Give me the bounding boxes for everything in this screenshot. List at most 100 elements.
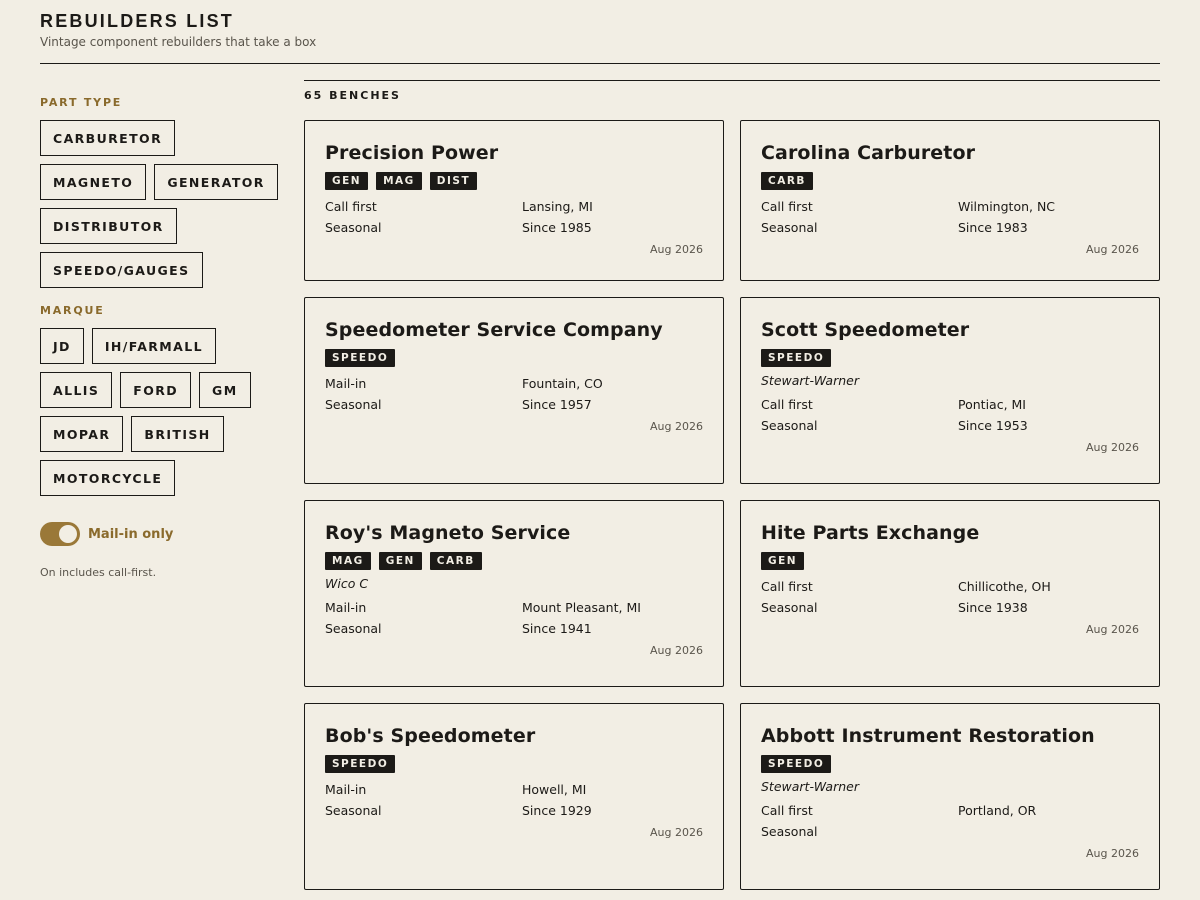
location: Lansing, MI	[522, 199, 593, 214]
part-tag: SPEEDO	[761, 349, 832, 367]
marque-chips: JD IH/FARMALL ALLIS FORD GM MOPAR BRITISH MOTOR…	[40, 328, 280, 496]
filter-chip-mopar[interactable]: MOPAR	[40, 416, 124, 452]
filter-chip-gm[interactable]: GM	[199, 372, 251, 408]
location: Howell, MI	[522, 782, 587, 797]
established-year: Since 1929	[522, 803, 592, 818]
part-tag: CARB	[429, 552, 482, 570]
part-tags: SPEEDO	[325, 349, 703, 367]
location: Pontiac, MI	[958, 397, 1026, 412]
updated-date: Aug 2026	[650, 243, 703, 256]
rebuilder-card[interactable]: Precision Power GEN MAG DIST Call first Lansi…	[304, 120, 724, 281]
rebuilder-card[interactable]: Roy's Magneto Service MAG GEN CARB Wico C Mai…	[304, 500, 724, 687]
part-tag: DIST	[429, 172, 478, 190]
filter-chip-allis[interactable]: ALLIS	[40, 372, 113, 408]
part-tag: SPEEDO	[761, 755, 832, 773]
filter-chip-jd[interactable]: JD	[40, 328, 84, 364]
location: Mount Pleasant, MI	[522, 600, 641, 615]
part-tag: GEN	[761, 552, 805, 570]
established-year: Since 1953	[958, 418, 1028, 433]
filter-chip-ford[interactable]: FORD	[120, 372, 192, 408]
part-tags: GEN	[761, 552, 1139, 570]
part-tags: GEN MAG DIST	[325, 172, 703, 190]
maker-specialty: Wico C	[325, 576, 369, 591]
updated-date: Aug 2026	[650, 644, 703, 657]
rebuilder-info: Mail-in Howell, MI Seasonal Since 1929	[325, 781, 703, 819]
mail-in-toggle[interactable]	[40, 522, 80, 546]
filter-sidebar: PART TYPE CARBURETOR MAGNETO GENERATOR DIST…	[40, 96, 290, 579]
rebuilder-name[interactable]: Abbott Instrument Restoration	[761, 724, 1139, 748]
service-method: Mail-in	[325, 600, 367, 615]
results-panel: 65 BENCHES Precision Power GEN MAG DIST Call…	[304, 80, 1160, 900]
location: Wilmington, NC	[958, 199, 1056, 214]
rebuilder-info: Call first Portland, OR Seasonal	[761, 802, 1139, 840]
rebuilder-card[interactable]: Speedometer Service Company SPEEDO Mail-in…	[304, 297, 724, 484]
availability: Seasonal	[761, 824, 818, 839]
availability: Seasonal	[761, 600, 818, 615]
part-tag: MAG	[376, 172, 422, 190]
rebuilder-info: Call first Chillicothe, OH Seasonal Since 1…	[761, 578, 1139, 616]
service-method: Mail-in	[325, 782, 367, 797]
filter-chip-motorcycle[interactable]: MOTORCYCLE	[40, 460, 176, 496]
filter-chip-distributor[interactable]: DISTRIBUTOR	[40, 208, 177, 244]
rebuilder-info: Mail-in Fountain, CO Seasonal Since 1957	[325, 375, 703, 413]
toggle-knob	[59, 525, 77, 543]
filter-chip-magneto[interactable]: MAGNETO	[40, 164, 147, 200]
established-year: Since 1957	[522, 397, 592, 412]
page-header: REBUILDERS LIST Vintage component rebuil…	[40, 11, 1160, 64]
rebuilder-info: Call first Pontiac, MI Seasonal Since 1953	[761, 396, 1139, 434]
availability: Seasonal	[761, 418, 818, 433]
filter-chip-generator[interactable]: GENERATOR	[154, 164, 278, 200]
location: Fountain, CO	[522, 376, 603, 391]
rebuilder-card[interactable]: Hite Parts Exchange GEN Call first Chillico…	[740, 500, 1160, 687]
part-tags: SPEEDO	[325, 755, 703, 773]
part-type-chips: CARBURETOR MAGNETO GENERATOR DISTRIBUTOR SPE…	[40, 120, 280, 288]
updated-date: Aug 2026	[1086, 243, 1139, 256]
service-method: Call first	[761, 199, 813, 214]
established-year: Since 1983	[958, 220, 1028, 235]
part-tag: GEN	[325, 172, 369, 190]
part-tags: CARB	[761, 172, 1139, 190]
updated-date: Aug 2026	[650, 826, 703, 839]
part-tag: SPEEDO	[325, 755, 396, 773]
location: Chillicothe, OH	[958, 579, 1051, 594]
availability: Seasonal	[325, 803, 382, 818]
rebuilder-name[interactable]: Speedometer Service Company	[325, 318, 703, 342]
rebuilder-name[interactable]: Carolina Carburetor	[761, 141, 1139, 165]
filter-chip-speedo-gauges[interactable]: SPEEDO/GAUGES	[40, 252, 203, 288]
filter-chip-carburetor[interactable]: CARBURETOR	[40, 120, 176, 156]
established-year: Since 1985	[522, 220, 592, 235]
maker-specialty: Stewart-Warner	[761, 373, 859, 388]
results-count: 65 BENCHES	[304, 89, 401, 102]
rebuilder-card[interactable]: Carolina Carburetor CARB Call first Wilming…	[740, 120, 1160, 281]
rebuilder-name[interactable]: Hite Parts Exchange	[761, 521, 1139, 545]
rebuilder-name[interactable]: Precision Power	[325, 141, 703, 165]
rebuilder-name[interactable]: Roy's Magneto Service	[325, 521, 703, 545]
availability: Seasonal	[761, 220, 818, 235]
rebuilder-card[interactable]: Abbott Instrument Restoration SPEEDO Stewa…	[740, 703, 1160, 890]
filter-chip-ih-farmall[interactable]: IH/FARMALL	[91, 328, 216, 364]
service-method: Call first	[761, 579, 813, 594]
filter-chip-british[interactable]: BRITISH	[131, 416, 224, 452]
location: Portland, OR	[958, 803, 1037, 818]
established-year: Since 1938	[958, 600, 1028, 615]
updated-date: Aug 2026	[1086, 847, 1139, 860]
marque-label: MARQUE	[40, 304, 105, 317]
availability: Seasonal	[325, 621, 382, 636]
page-subtitle: Vintage component rebuilders that take a…	[40, 35, 317, 49]
rebuilder-card[interactable]: Scott Speedometer SPEEDO Stewart-Warner Cal…	[740, 297, 1160, 484]
established-year: Since 1941	[522, 621, 592, 636]
results-grid: Precision Power GEN MAG DIST Call first Lansi…	[304, 120, 1160, 900]
rebuilder-card[interactable]: Bob's Speedometer SPEEDO Mail-in Howell, MI…	[304, 703, 724, 890]
part-tags: MAG GEN CARB	[325, 552, 703, 570]
mail-in-toggle-label[interactable]: Mail-in only	[88, 527, 173, 542]
part-tag: GEN	[378, 552, 422, 570]
rebuilder-name[interactable]: Bob's Speedometer	[325, 724, 703, 748]
toggle-note: On includes call-first.	[40, 566, 157, 579]
part-tag: SPEEDO	[325, 349, 396, 367]
part-tags: SPEEDO	[761, 755, 1139, 773]
page-title: REBUILDERS LIST	[40, 11, 235, 31]
rebuilder-name[interactable]: Scott Speedometer	[761, 318, 1139, 342]
part-tag: MAG	[325, 552, 371, 570]
mail-in-toggle-row: Mail-in only	[40, 522, 290, 546]
service-method: Mail-in	[325, 376, 367, 391]
